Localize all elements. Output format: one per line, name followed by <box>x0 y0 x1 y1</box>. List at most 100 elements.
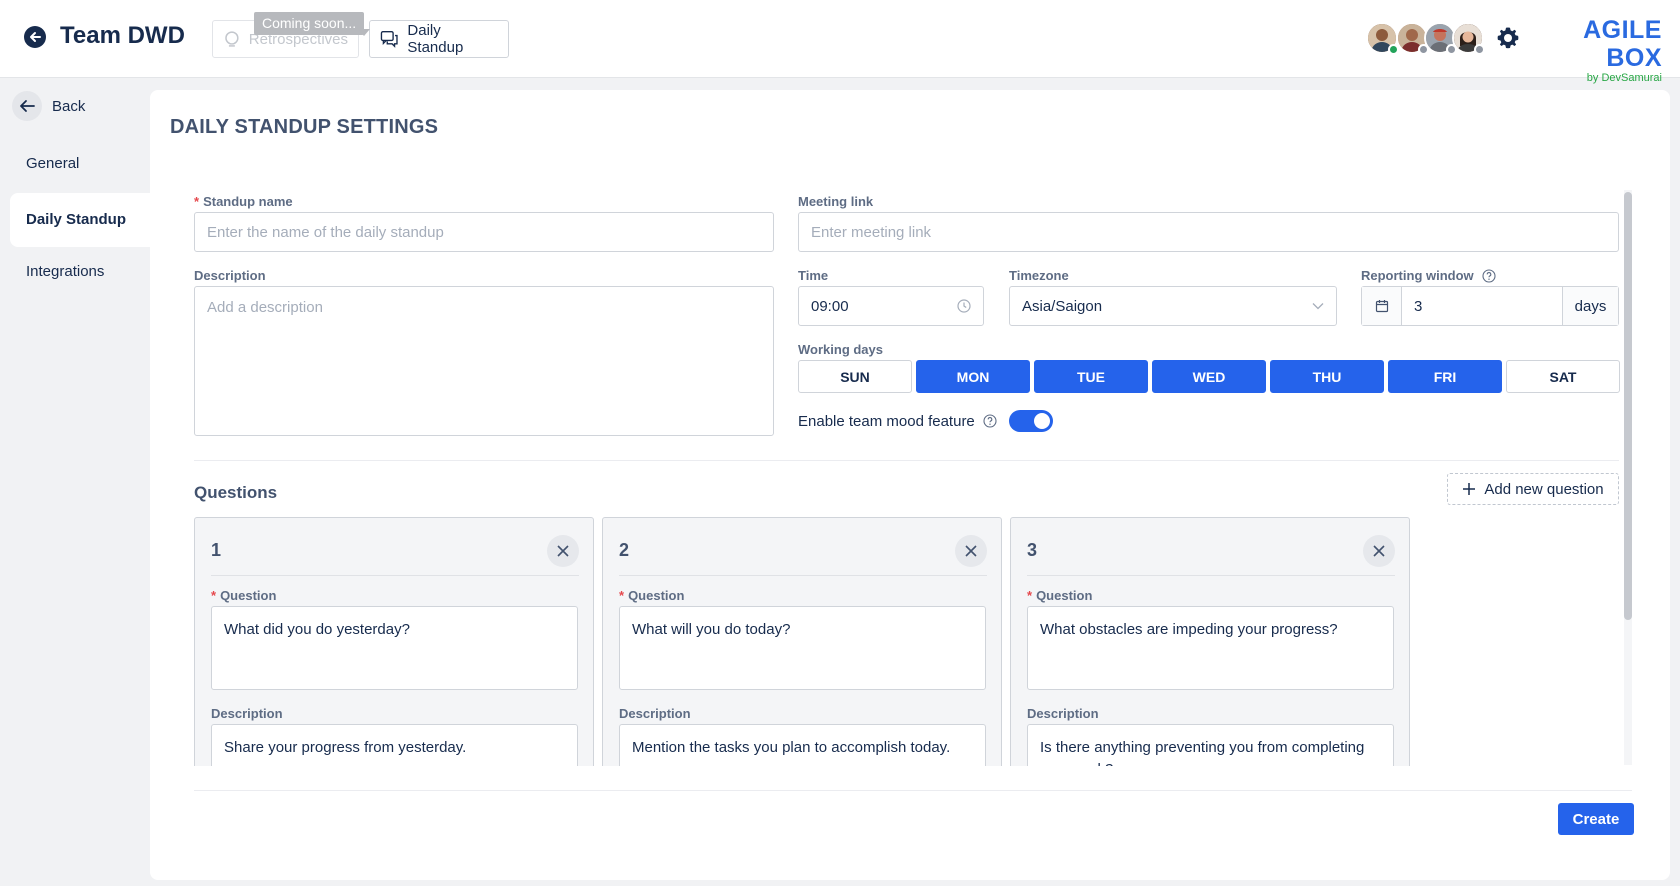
questions-title: Questions <box>194 483 278 502</box>
scrollbar-thumb[interactable] <box>1624 192 1632 620</box>
plus-icon <box>1463 483 1476 495</box>
required-marker: * <box>619 588 625 603</box>
reporting-window-value: 3 <box>1414 297 1423 315</box>
remove-question-button[interactable] <box>547 535 579 567</box>
add-new-question-label: Add new question <box>1484 480 1604 498</box>
question-description-input[interactable]: Is there anything preventing you from co… <box>1027 724 1394 766</box>
question-label: * Question <box>1027 588 1092 603</box>
working-days-label: Working days <box>798 342 884 357</box>
question-label-text: Question <box>220 588 277 603</box>
day-sun-toggle[interactable]: SUN <box>798 360 912 393</box>
card-divider <box>1027 575 1395 576</box>
question-description-label: Description <box>619 706 691 721</box>
meeting-link-placeholder: Enter meeting link <box>811 223 932 241</box>
question-number: 1 <box>211 540 222 560</box>
team-mood-toggle[interactable] <box>1008 410 1053 432</box>
add-new-question-button[interactable]: Add new question <box>1447 473 1619 505</box>
chat-icon <box>380 31 398 48</box>
create-button[interactable]: Create <box>1558 803 1634 835</box>
day-mon-toggle[interactable]: MON <box>916 360 1030 393</box>
coming-soon-tooltip: Coming soon... <box>254 12 365 35</box>
reporting-window-input[interactable]: 3 days <box>1361 286 1619 326</box>
arrow-left-icon <box>12 91 42 121</box>
working-days-group: SUN MON TUE WED THU FRI SAT <box>798 360 1620 393</box>
timezone-select[interactable]: Asia/Saigon <box>1009 286 1337 326</box>
time-label: Time <box>798 268 829 283</box>
brand-logo: AGILE BOX by DevSamurai <box>1534 16 1662 84</box>
day-wed-toggle[interactable]: WED <box>1152 360 1266 393</box>
standup-name-label: * Standup name <box>194 194 293 209</box>
remove-question-button[interactable] <box>955 535 987 567</box>
settings-sidebar: Back General Daily Standup Integrations <box>0 79 150 886</box>
reporting-window-unit: days <box>1562 287 1618 325</box>
required-marker: * <box>194 194 200 209</box>
gear-icon[interactable] <box>1496 26 1520 50</box>
question-input[interactable]: What did you do yesterday? <box>211 606 578 690</box>
question-label: * Question <box>619 588 684 603</box>
question-description-label: Description <box>1027 706 1099 721</box>
tab-daily-standup[interactable]: Daily Standup <box>369 20 509 58</box>
day-thu-toggle[interactable]: THU <box>1270 360 1384 393</box>
question-cards: 1 * Question What did you do yesterday? D… <box>194 517 1624 766</box>
retrospective-icon <box>225 31 239 47</box>
top-header: Team DWD Retrospectives Daily Standup Co… <box>0 0 1680 84</box>
section-divider <box>194 460 1619 461</box>
description-label: Description <box>194 268 266 283</box>
reporting-window-label-text: Reporting window <box>1361 268 1474 283</box>
card-divider <box>211 575 579 576</box>
description-placeholder: Add a description <box>207 299 323 316</box>
question-card: 2 * Question What will you do today? Desc… <box>602 517 1002 766</box>
team-avatars <box>1366 22 1486 56</box>
sidebar-item-general[interactable]: General <box>10 137 150 191</box>
calendar-icon <box>1362 287 1402 325</box>
standup-name-input[interactable]: Enter the name of the daily standup <box>194 212 774 252</box>
description-textarea[interactable]: Add a description <box>194 286 774 436</box>
day-tue-toggle[interactable]: TUE <box>1034 360 1148 393</box>
tab-daily-standup-label: Daily Standup <box>407 22 464 56</box>
meeting-link-input[interactable]: Enter meeting link <box>798 212 1619 252</box>
offline-status-badge <box>1474 44 1485 55</box>
team-name: Team DWD <box>60 22 185 49</box>
close-icon <box>1373 545 1385 557</box>
standup-name-placeholder: Enter the name of the daily standup <box>207 223 444 241</box>
day-sat-toggle[interactable]: SAT <box>1506 360 1620 393</box>
sidebar-item-daily-standup[interactable]: Daily Standup <box>10 193 150 247</box>
page-title: DAILY STANDUP SETTINGS <box>170 116 439 138</box>
reporting-window-label: Reporting window <box>1361 268 1496 283</box>
brand-by: by DevSamurai <box>1586 72 1662 84</box>
close-icon <box>557 545 569 557</box>
meeting-link-label: Meeting link <box>798 194 874 209</box>
day-fri-toggle[interactable]: FRI <box>1388 360 1502 393</box>
back-button[interactable]: Back <box>12 91 85 121</box>
time-picker[interactable]: 09:00 <box>798 286 984 326</box>
back-label: Back <box>52 97 86 115</box>
close-icon <box>965 545 977 557</box>
remove-question-button[interactable] <box>1363 535 1395 567</box>
question-label-text: Question <box>628 588 685 603</box>
required-marker: * <box>1027 588 1033 603</box>
chevron-down-icon <box>1312 303 1324 310</box>
team-mood-row: Enable team mood feature <box>798 410 1053 432</box>
clock-icon <box>957 299 971 313</box>
timezone-label: Timezone <box>1009 268 1069 283</box>
question-number: 2 <box>619 540 630 560</box>
sidebar-item-integrations[interactable]: Integrations <box>10 245 150 299</box>
question-label-text: Question <box>1036 588 1093 603</box>
back-circle-icon[interactable] <box>24 26 46 48</box>
footer-divider <box>194 790 1632 791</box>
card-divider <box>619 575 987 576</box>
question-card: 3 * Question What obstacles are impeding … <box>1010 517 1410 766</box>
question-input[interactable]: What obstacles are impeding your progres… <box>1027 606 1394 690</box>
timezone-value: Asia/Saigon <box>1022 297 1103 315</box>
question-description-input[interactable]: Mention the tasks you plan to accomplish… <box>619 724 986 766</box>
question-description-input[interactable]: Share your progress from yesterday. <box>211 724 578 766</box>
tooltip-arrow <box>358 29 370 36</box>
question-number: 3 <box>1027 540 1038 560</box>
question-input[interactable]: What will you do today? <box>619 606 986 690</box>
toggle-knob <box>1033 413 1050 429</box>
question-label: * Question <box>211 588 276 603</box>
help-circle-icon[interactable] <box>983 414 997 428</box>
help-circle-icon[interactable] <box>1482 268 1496 283</box>
brand-name: AGILE BOX <box>1583 16 1662 72</box>
question-description-label: Description <box>211 706 283 721</box>
